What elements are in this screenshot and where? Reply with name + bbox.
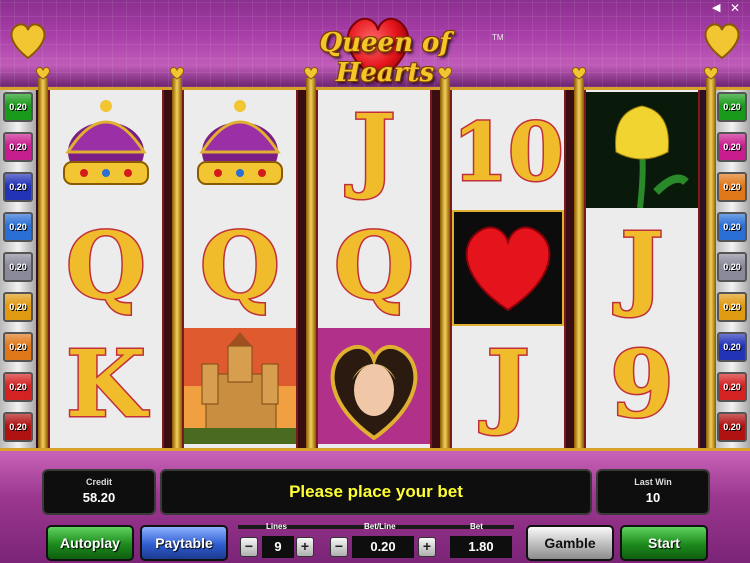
bet-value: 1.80 (450, 536, 512, 558)
reel-4: 10 J (450, 90, 566, 448)
payline-button[interactable]: 0.20 (717, 412, 747, 442)
payline-button[interactable]: 0.20 (717, 92, 747, 122)
betline-value: 0.20 (352, 536, 414, 558)
payline-button[interactable]: 0.20 (717, 172, 747, 202)
speaker-icon[interactable]: ◀ (712, 2, 724, 14)
crown-symbol (50, 92, 162, 208)
queen-card-symbol: Q (184, 210, 296, 326)
queen-card-symbol: Q (318, 210, 430, 326)
svg-text:K: K (66, 330, 149, 438)
bet-label: Bet (470, 522, 483, 531)
lines-increase-button[interactable]: + (296, 537, 314, 557)
gold-heart-icon (303, 66, 319, 80)
betline-label: Bet/Line (364, 522, 396, 531)
betline-increase-button[interactable]: + (418, 537, 436, 557)
gold-pillar (706, 78, 716, 450)
gold-heart-icon (169, 66, 185, 80)
svg-text:Q: Q (66, 212, 146, 320)
payline-button[interactable]: 0.20 (3, 332, 33, 362)
payline-button[interactable]: 0.20 (717, 292, 747, 322)
last-win-label: Last Win (634, 477, 672, 487)
reel-3: JQ (316, 90, 432, 448)
svg-text:10: 10 (452, 105, 563, 199)
left-payline-column: 0.20 0.20 0.20 0.20 0.20 0.20 0.20 0.20 0.20 (0, 90, 36, 452)
payline-button[interactable]: 0.20 (3, 372, 33, 402)
start-button[interactable]: Start (620, 525, 708, 561)
lines-value: 9 (262, 536, 294, 558)
payline-button[interactable]: 0.20 (717, 252, 747, 282)
lines-decrease-button[interactable]: − (240, 537, 258, 557)
status-message: Please place your bet (160, 469, 592, 515)
svg-text:J: J (479, 330, 530, 438)
gold-pillar (172, 78, 182, 450)
gold-pillar (574, 78, 584, 450)
credit-label: Credit (85, 477, 112, 487)
payline-button[interactable]: 0.20 (3, 212, 33, 242)
reel-1: QK (48, 90, 164, 448)
reels-area: Q K Q J Q 10 J J 9 (48, 90, 702, 448)
gold-heart-icon (571, 66, 587, 80)
jack-card-symbol: J (586, 210, 698, 326)
svg-text:Q: Q (200, 212, 280, 320)
crown-symbol (184, 92, 296, 208)
gold-pillar (440, 78, 450, 450)
payline-button[interactable]: 0.20 (717, 372, 747, 402)
jack-card-symbol: J (452, 328, 564, 444)
payline-button[interactable]: 0.20 (3, 172, 33, 202)
payline-button[interactable]: 0.20 (3, 92, 33, 122)
reel-2: Q (182, 90, 298, 448)
payline-button[interactable]: 0.20 (717, 132, 747, 162)
svg-text:Q: Q (334, 212, 414, 320)
last-win-display: Last Win 10 (596, 469, 710, 515)
payline-button[interactable]: 0.20 (3, 412, 33, 442)
gold-heart-icon (437, 66, 453, 80)
gold-heart-icon (35, 66, 51, 80)
betline-decrease-button[interactable]: − (330, 537, 348, 557)
credit-value: 58.20 (82, 490, 116, 505)
tulip-symbol (586, 92, 698, 209)
gold-heart-icon (703, 66, 719, 80)
game-logo: Queen of Hearts (270, 12, 500, 88)
queen-symbol (318, 328, 430, 444)
king-card-symbol: K (50, 328, 162, 444)
gold-pillar (306, 78, 316, 450)
queen-card-symbol: Q (50, 210, 162, 326)
reel-5: J9 (584, 90, 700, 448)
gold-heart-icon (704, 23, 740, 60)
ten-card-symbol: 10 (451, 92, 565, 208)
gold-pillar (38, 78, 48, 450)
svg-text:J: J (613, 212, 664, 320)
trademark: TM (492, 33, 504, 42)
svg-text:J: J (345, 94, 396, 202)
paytable-button[interactable]: Paytable (140, 525, 228, 561)
jack-card-symbol: J (318, 92, 430, 208)
payline-button[interactable]: 0.20 (3, 132, 33, 162)
control-panel: Credit 58.20 Please place your bet Last … (0, 448, 750, 563)
payline-button[interactable]: 0.20 (717, 212, 747, 242)
castle-symbol (184, 328, 296, 444)
payline-button[interactable]: 0.20 (3, 252, 33, 282)
autoplay-button[interactable]: Autoplay (46, 525, 134, 561)
right-payline-column: 0.20 0.20 0.20 0.20 0.20 0.20 0.20 0.20 0.20 (714, 90, 750, 452)
close-icon[interactable]: ✕ (730, 1, 744, 15)
heart-symbol (450, 208, 566, 328)
last-win-value: 10 (645, 490, 661, 505)
credit-display: Credit 58.20 (42, 469, 156, 515)
payline-button[interactable]: 0.20 (3, 292, 33, 322)
nine-card-symbol: 9 (586, 328, 698, 444)
gamble-button[interactable]: Gamble (526, 525, 614, 561)
title-bar: Queen of Hearts TM ◀ ✕ (0, 0, 750, 90)
gold-heart-icon (10, 23, 46, 60)
lines-label: Lines (266, 522, 287, 531)
payline-button[interactable]: 0.20 (717, 332, 747, 362)
svg-text:9: 9 (610, 330, 674, 438)
